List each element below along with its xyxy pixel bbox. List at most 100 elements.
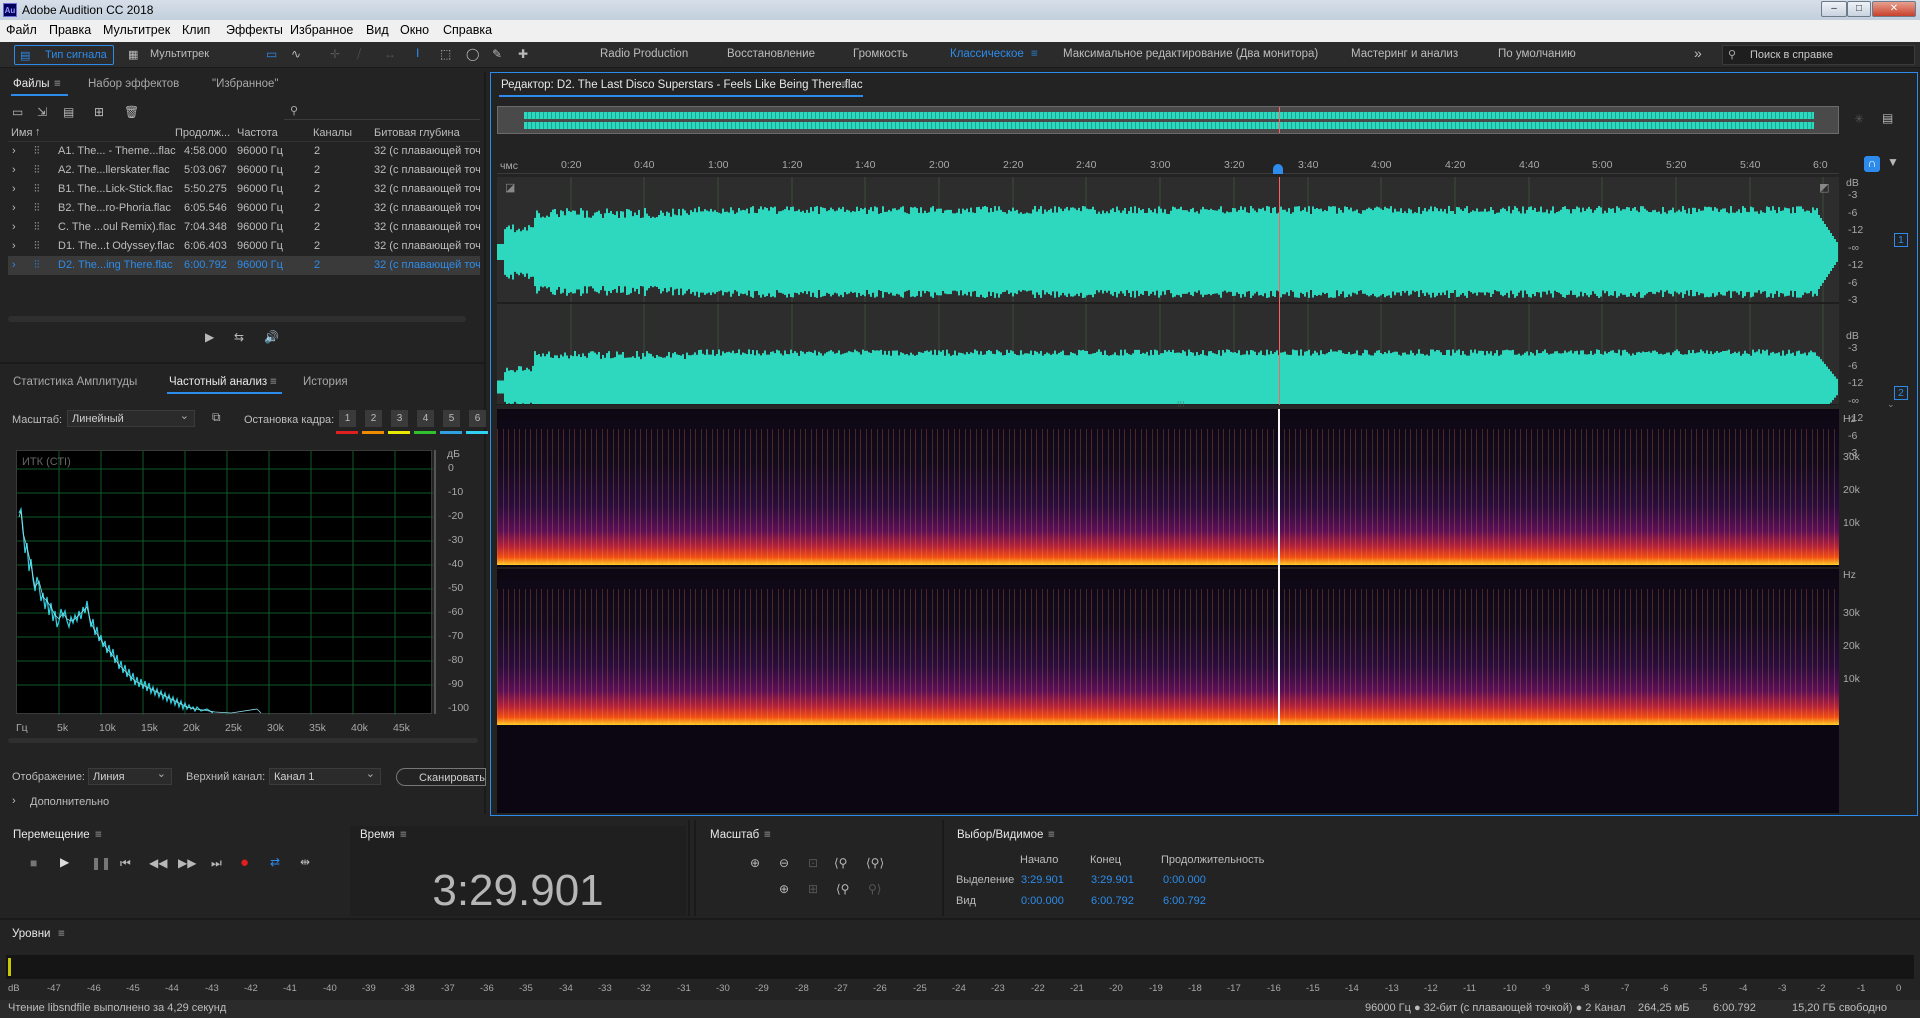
skip-selection-icon[interactable]: ⇹: [300, 855, 310, 869]
view-duration[interactable]: 6:00.792: [1163, 895, 1206, 907]
file-row[interactable]: › ⫶⫶ A2. The...llerskater.flac 5:03.067 9600…: [8, 161, 480, 180]
advanced-section[interactable]: Дополнительно: [30, 796, 109, 808]
play-icon[interactable]: ▶: [60, 855, 69, 869]
zoom-to-selection-icon[interactable]: ⊞: [808, 882, 818, 896]
new-file-icon[interactable]: ▤: [63, 105, 74, 119]
scale-dropdown[interactable]: Линейный: [67, 409, 195, 427]
workspace-max-edit[interactable]: Максимальное редактирование (Два монитор…: [1063, 48, 1318, 60]
scan-button[interactable]: Сканировать: [396, 768, 486, 786]
loop-icon[interactable]: ⇄: [270, 855, 280, 869]
menu-effects[interactable]: Эффекты: [226, 23, 283, 37]
levels-menu-icon[interactable]: ≡: [58, 928, 65, 940]
overview-toggle-icon[interactable]: ▤: [1882, 111, 1893, 125]
insert-multitrack-icon[interactable]: ⊞: [94, 105, 104, 119]
tab-effects-rack[interactable]: Набор эффектов: [88, 78, 179, 90]
transport-menu-icon[interactable]: ≡: [95, 829, 102, 841]
hold-button-6[interactable]: 6: [469, 410, 486, 427]
channel-enable-button[interactable]: 1: [1894, 233, 1908, 247]
rewind-icon[interactable]: ◀◀: [149, 856, 167, 870]
hold-button-4[interactable]: 4: [417, 410, 434, 427]
snap-icon[interactable]: ∩: [1864, 156, 1880, 172]
tab-frequency-analysis[interactable]: Частотный анализ: [169, 376, 267, 388]
zoom-full-icon[interactable]: ⊡: [808, 856, 818, 870]
menu-view[interactable]: Вид: [366, 23, 389, 37]
multitrack-view-button[interactable]: ▦ Мультитрек: [128, 45, 228, 65]
analysis-scrollbar[interactable]: [8, 738, 478, 743]
tab-history[interactable]: История: [303, 376, 348, 388]
file-row[interactable]: › ⫶⫶ D2. The...ing There.flac 6:00.792 96000…: [8, 256, 480, 275]
analysis-panel-menu-icon[interactable]: ≡: [270, 376, 277, 388]
menu-window[interactable]: Окно: [400, 23, 429, 37]
advanced-chevron-icon[interactable]: ›: [12, 795, 16, 807]
help-search-input[interactable]: ⚲ Поиск в справке: [1722, 45, 1915, 65]
waveform-area[interactable]: ◪ ◩: [497, 177, 1839, 405]
files-search-input[interactable]: ⚲: [284, 103, 480, 120]
autoplay-icon[interactable]: 🔊: [264, 330, 279, 344]
hold-button-1[interactable]: 1: [339, 410, 356, 427]
menu-clip[interactable]: Клип: [182, 23, 210, 37]
time-selection-tool-icon[interactable]: I: [416, 46, 419, 60]
time-menu-icon[interactable]: ≡: [400, 829, 407, 841]
zoom-lock-icon[interactable]: ✳: [1854, 112, 1864, 126]
record-icon[interactable]: ●: [240, 854, 249, 871]
marker-pin-icon[interactable]: ▼: [1887, 155, 1899, 169]
stop-icon[interactable]: ■: [30, 856, 37, 870]
menu-file[interactable]: Файл: [6, 23, 37, 37]
workspace-restoration[interactable]: Восстановление: [727, 48, 815, 60]
to-end-icon[interactable]: ⏭: [211, 856, 222, 871]
selection-start[interactable]: 3:29.901: [1021, 874, 1064, 886]
file-row[interactable]: › ⫶⫶ C. The ...oul Remix).flac 7:04.348 9600…: [8, 218, 480, 237]
selection-duration[interactable]: 0:00.000: [1163, 874, 1206, 886]
file-row[interactable]: › ⫶⫶ B1. The...Lick-Stick.flac 5:50.275 9600…: [8, 180, 480, 199]
tab-favorites[interactable]: "Избранное": [212, 78, 278, 90]
open-file-icon[interactable]: ▭: [12, 105, 23, 119]
selection-end[interactable]: 3:29.901: [1091, 874, 1134, 886]
view-end[interactable]: 6:00.792: [1091, 895, 1134, 907]
maximize-button[interactable]: □: [1847, 1, 1871, 17]
editor-menu-icon[interactable]: ≡: [841, 79, 848, 91]
workspace-classic[interactable]: Классическое: [950, 48, 1024, 60]
files-horizontal-scrollbar[interactable]: [8, 316, 466, 322]
zoom-in-time-icon[interactable]: ⟨⚲: [834, 856, 847, 870]
workspace-default[interactable]: По умолчанию: [1498, 48, 1576, 60]
hud-right-icon[interactable]: ◩: [1819, 181, 1829, 194]
brush-tool-icon[interactable]: ✎: [492, 47, 502, 61]
playhead-handle[interactable]: [1273, 164, 1283, 174]
loop-file-icon[interactable]: ⇆: [234, 330, 244, 344]
hold-button-2[interactable]: 2: [365, 410, 382, 427]
hold-frame-icon[interactable]: ⧉: [212, 410, 221, 425]
column-depth[interactable]: Битовая глубина: [374, 127, 460, 139]
level-meter[interactable]: [6, 955, 1914, 979]
move-tool-icon[interactable]: ✛: [330, 47, 340, 61]
menu-edit[interactable]: Правка: [49, 23, 91, 37]
column-rate[interactable]: Частота: [237, 127, 278, 139]
workspace-radio-production[interactable]: Radio Production: [600, 48, 688, 60]
channel-enable-button[interactable]: 2: [1894, 386, 1908, 400]
file-row[interactable]: › ⫶⫶ B2. The...ro-Phoria.flac 6:05.546 96000…: [8, 199, 480, 218]
spectrogram-area[interactable]: [497, 409, 1839, 813]
workspace-loudness[interactable]: Громкость: [853, 48, 908, 60]
spot-healing-tool-icon[interactable]: ✚: [518, 47, 528, 61]
zoom-in-amplitude-icon[interactable]: ⊕: [750, 856, 760, 870]
pause-icon[interactable]: ❚❚: [91, 856, 111, 870]
close-button[interactable]: ✕: [1872, 1, 1916, 17]
razor-tool-icon[interactable]: ⧸: [357, 47, 361, 62]
display-dropdown[interactable]: Линия: [88, 767, 172, 785]
minimize-button[interactable]: –: [1821, 1, 1847, 17]
delete-file-icon[interactable]: 🗑: [124, 105, 139, 119]
workspace-menu-icon[interactable]: ≡: [1031, 48, 1038, 60]
zoom-out-point-icon[interactable]: ⚲⟩: [868, 882, 881, 896]
lasso-tool-icon[interactable]: ◯: [466, 47, 479, 61]
tab-amplitude-stats[interactable]: Статистика Амплитуды: [13, 376, 137, 388]
menu-multitrack[interactable]: Мультитрек: [103, 23, 170, 37]
spectral-display-icon[interactable]: ∿: [291, 47, 301, 61]
hud-left-icon[interactable]: ◪: [505, 181, 515, 194]
column-duration[interactable]: Продолж...: [175, 127, 230, 139]
play-file-icon[interactable]: ▶: [205, 330, 214, 344]
hold-button-5[interactable]: 5: [443, 410, 460, 427]
waveform-view-button[interactable]: ▤ Тип сигнала: [14, 45, 114, 65]
menu-favorites[interactable]: Избранное: [290, 23, 353, 37]
file-row[interactable]: › ⫶⫶ D1. The...t Odyssey.flac 6:06.403 96000…: [8, 237, 480, 256]
channel-dropdown[interactable]: Канал 1: [269, 767, 381, 785]
marquee-tool-icon[interactable]: ⬚: [440, 47, 451, 61]
